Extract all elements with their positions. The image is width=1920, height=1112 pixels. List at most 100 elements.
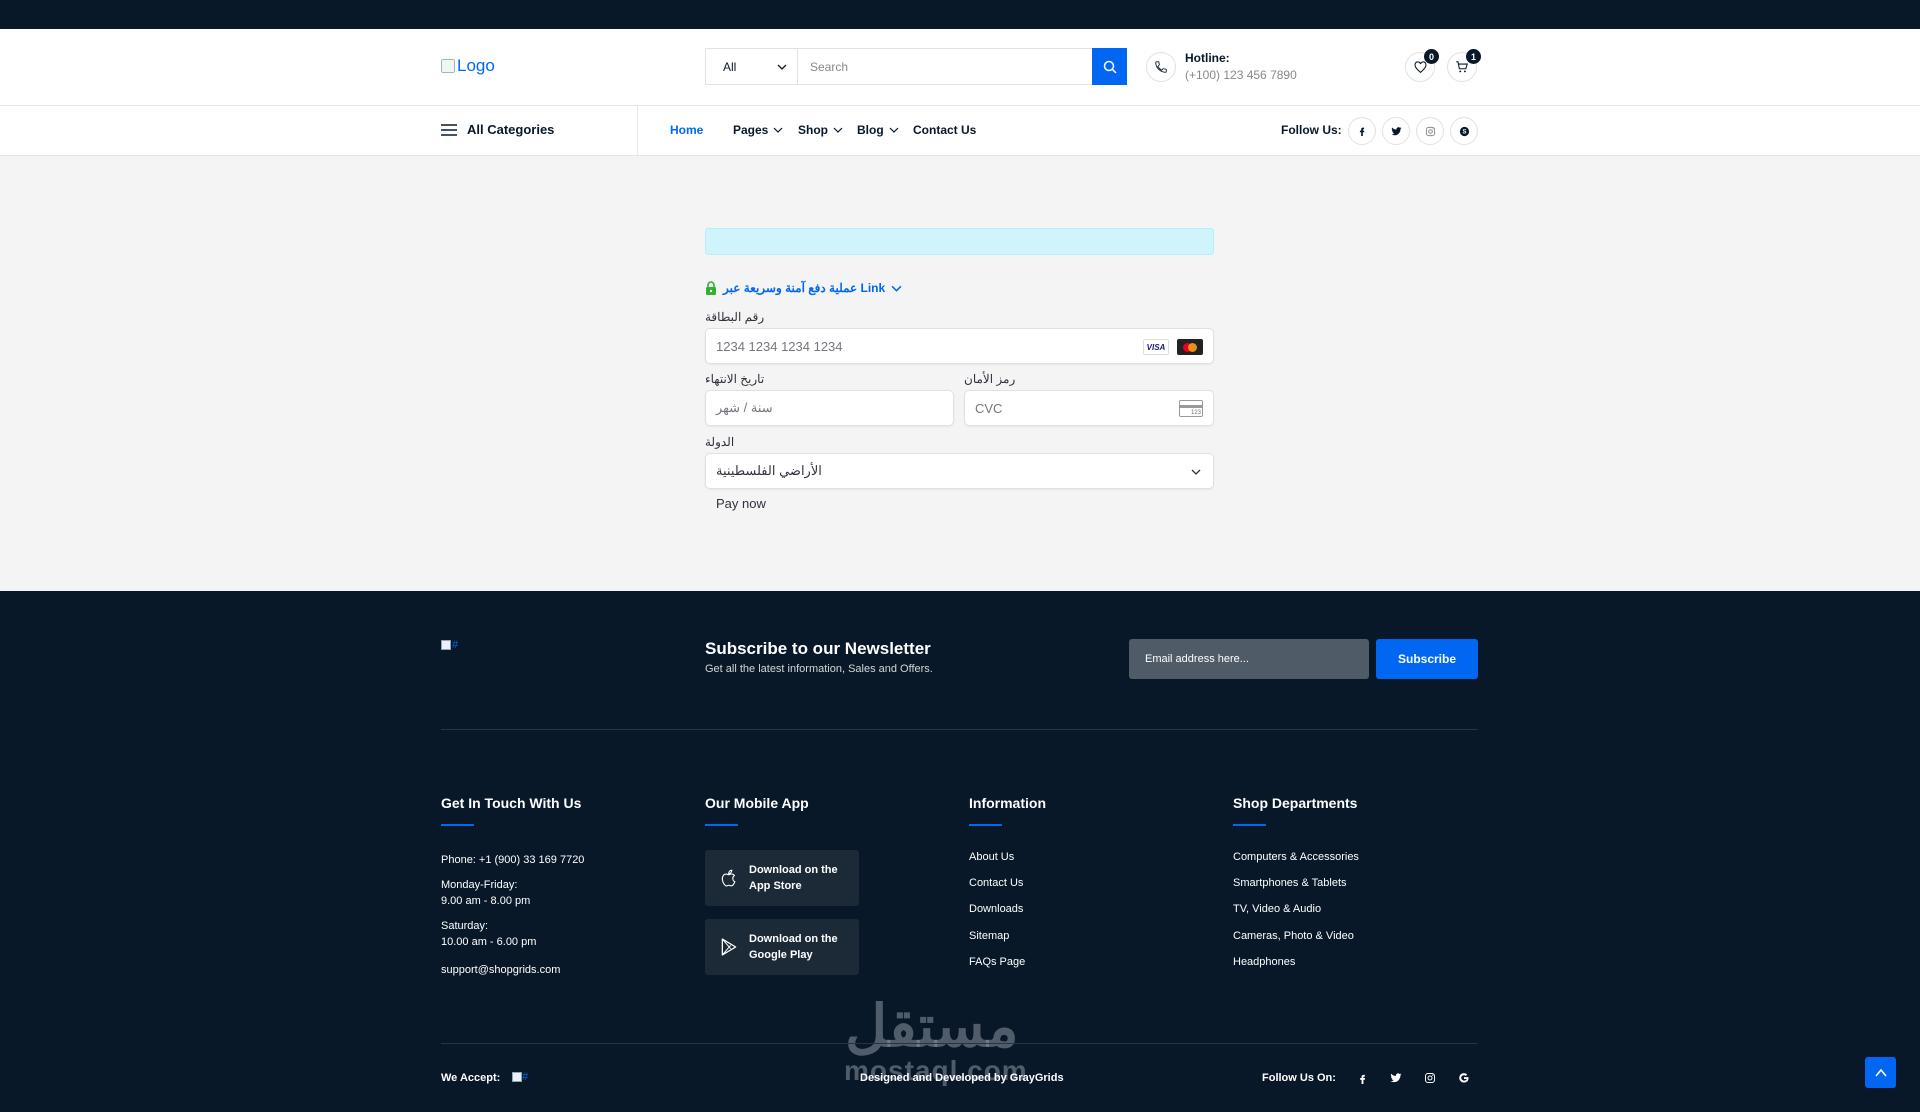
footer-twitter-link[interactable]	[1386, 1068, 1406, 1088]
all-categories-button[interactable]: All Categories	[441, 122, 554, 137]
chevron-down-icon	[773, 127, 783, 133]
contact-phone: Phone: +1 (900) 33 169 7720	[441, 854, 585, 866]
footer-link-downloads[interactable]: Downloads	[969, 903, 1023, 915]
footer-link-sitemap[interactable]: Sitemap	[969, 930, 1009, 942]
site-logo[interactable]: Logo	[441, 56, 495, 76]
department-link[interactable]: Smartphones & Tablets	[1233, 877, 1347, 889]
expiry-placeholder: سنة / شهر	[716, 400, 773, 415]
link-express-checkout[interactable]: Link عملية دفع آمنة وسريعة عبر	[705, 281, 902, 295]
mobile-app-title: Our Mobile App	[705, 795, 809, 811]
department-link[interactable]: Cameras, Photo & Video	[1233, 930, 1354, 942]
nav-pages-label: Pages	[733, 123, 769, 137]
chevron-down-icon	[889, 127, 899, 133]
newsletter-title: Subscribe to our Newsletter	[705, 639, 931, 658]
expiry-label: تاريخ الانتهاء	[705, 372, 765, 386]
footer-facebook-link[interactable]	[1352, 1068, 1372, 1088]
skype-icon: S	[1459, 126, 1469, 136]
nav-home-label: Home	[670, 123, 704, 137]
search-icon	[1103, 60, 1117, 74]
country-select[interactable]: الأراضي الفلسطينية	[705, 453, 1214, 489]
skype-link[interactable]: S	[1450, 117, 1478, 145]
subscribe-button[interactable]: Subscribe	[1376, 639, 1478, 679]
nav-contact-us[interactable]: Contact Us	[913, 123, 976, 137]
nav-home[interactable]: Home	[670, 123, 703, 137]
twitter-link[interactable]	[1382, 117, 1410, 145]
broken-image-icon	[441, 640, 451, 650]
country-label: الدولة	[705, 435, 735, 449]
google-icon	[1459, 1073, 1469, 1083]
information-title: Information	[969, 795, 1046, 811]
chevron-down-icon	[833, 127, 843, 133]
footer-link-contact[interactable]: Contact Us	[969, 877, 1023, 889]
cvc-field[interactable]: CVC 123	[964, 390, 1214, 426]
instagram-link[interactable]	[1416, 117, 1444, 145]
hotline-number[interactable]: (+100) 123 456 7890	[1185, 68, 1297, 82]
department-link[interactable]: TV, Video & Audio	[1233, 903, 1321, 915]
google-play-button[interactable]: Download on the Google Play	[705, 919, 859, 975]
app-store-button[interactable]: Download on the App Store	[705, 850, 859, 906]
heart-icon	[1414, 60, 1426, 73]
country-value: الأراضي الفلسطينية	[716, 463, 822, 478]
contact-email[interactable]: support@shopgrids.com	[441, 962, 560, 978]
contact-title: Get In Touch With Us	[441, 795, 582, 811]
facebook-link[interactable]	[1348, 117, 1376, 145]
google-play-icon	[721, 938, 737, 956]
search-input[interactable]	[798, 49, 1092, 84]
facebook-icon	[1359, 127, 1365, 136]
chevron-up-icon	[1874, 1068, 1887, 1077]
card-number-label: رقم البطاقة	[705, 310, 765, 324]
weekday-hours: 9.00 am - 8.00 pm	[441, 895, 531, 907]
footer-divider	[441, 729, 1478, 730]
instagram-icon	[1425, 126, 1435, 136]
footer-link-faqs[interactable]: FAQs Page	[969, 956, 1025, 968]
visa-icon: VISA	[1143, 339, 1169, 355]
wishlist-button[interactable]: 0	[1405, 49, 1439, 82]
nav-blog[interactable]: Blog	[857, 123, 899, 137]
expiry-field[interactable]: سنة / شهر	[705, 390, 954, 426]
logo-alt-text: Logo	[457, 56, 495, 75]
phone-icon	[1146, 52, 1176, 82]
svg-text:S: S	[1462, 129, 1466, 135]
instagram-icon	[1425, 1073, 1435, 1083]
footer-instagram-link[interactable]	[1420, 1068, 1440, 1088]
all-categories-label: All Categories	[467, 122, 555, 137]
newsletter-email-input[interactable]	[1129, 639, 1369, 679]
broken-image-icon	[512, 1072, 522, 1083]
department-link[interactable]: Headphones	[1233, 956, 1295, 968]
chevron-down-icon	[777, 64, 787, 70]
footer-bottom-divider	[441, 1043, 1478, 1044]
cart-button[interactable]: 1	[1447, 49, 1481, 82]
title-underline	[969, 824, 1002, 826]
nav-blog-label: Blog	[857, 123, 884, 137]
department-link[interactable]: Computers & Accessories	[1233, 851, 1359, 863]
nav-shop[interactable]: Shop	[798, 123, 843, 137]
footer-link-about[interactable]: About Us	[969, 851, 1014, 863]
departments-title: Shop Departments	[1233, 795, 1358, 811]
footer-logo[interactable]: #	[441, 638, 463, 652]
title-underline	[441, 824, 474, 826]
app-store-line2: App Store	[749, 880, 802, 892]
footer-logo-alt: #	[452, 639, 459, 651]
pay-now-button[interactable]: Pay now	[716, 496, 766, 511]
nav-pages[interactable]: Pages	[733, 123, 783, 137]
card-number-placeholder: 1234 1234 1234 1234	[716, 338, 843, 354]
scroll-to-top-button[interactable]	[1865, 1057, 1896, 1088]
chevron-down-icon	[891, 285, 902, 292]
twitter-icon	[1390, 126, 1402, 135]
search-category-select[interactable]: All	[706, 49, 798, 84]
search-category-value: All	[723, 59, 737, 74]
card-number-field[interactable]: 1234 1234 1234 1234 VISA	[705, 328, 1214, 364]
info-alert	[705, 228, 1214, 255]
link-text: Link عملية دفع آمنة وسريعة عبر	[723, 281, 886, 295]
cvc-card-icon: 123	[1179, 400, 1203, 417]
footer-google-link[interactable]	[1454, 1068, 1474, 1088]
app-store-line1: Download on the	[749, 864, 838, 876]
chevron-down-icon	[1191, 469, 1201, 475]
watermark-arabic: مستقل	[845, 994, 1019, 1059]
title-underline	[1233, 824, 1266, 826]
footer-follow-label: Follow Us On:	[1262, 1072, 1336, 1084]
broken-image-icon	[441, 59, 455, 73]
search-button[interactable]	[1092, 48, 1127, 85]
category-divider	[637, 106, 638, 156]
cvc-label: رمز الأمان	[964, 372, 1016, 386]
